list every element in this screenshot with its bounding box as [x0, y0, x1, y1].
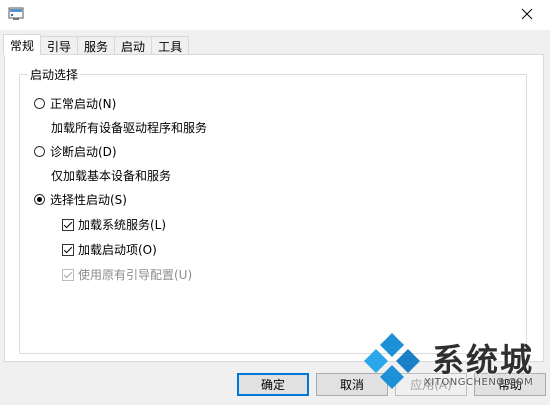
checkbox-box[interactable] [62, 243, 74, 256]
diagnostic-startup-description: 仅加载基本设备和服务 [51, 169, 172, 183]
checkbox-box-disabled [62, 268, 74, 281]
tab-strip: 常规 引导 服务 启动 工具 [3, 34, 190, 55]
close-button[interactable] [504, 0, 550, 30]
close-icon [521, 8, 533, 23]
dialog-body: 常规 引导 服务 启动 工具 启动选择 正常启动(N) 加载所有设备驱动程序和服… [0, 30, 550, 405]
tab-tools[interactable]: 工具 [151, 36, 190, 55]
load-startup-items-checkbox[interactable]: 加载启动项(O) [62, 241, 157, 258]
load-system-services-checkbox[interactable]: 加载系统服务(L) [62, 216, 166, 233]
apply-button: 应用(A) [395, 373, 467, 396]
help-button[interactable]: 帮助 [474, 373, 546, 396]
msconfig-app-icon [8, 7, 24, 21]
startup-selection-group: 启动选择 正常启动(N) 加载所有设备驱动程序和服务 诊断启动(D) 仅加载基本… [19, 66, 527, 354]
ok-button[interactable]: 确定 [237, 373, 309, 396]
tab-services[interactable]: 服务 [77, 36, 116, 55]
tab-startup[interactable]: 启动 [114, 36, 153, 55]
load-startup-items-label: 加载启动项(O) [78, 243, 157, 257]
radio-circle-selected[interactable] [34, 194, 45, 205]
checkbox-box[interactable] [62, 218, 74, 231]
tab-general[interactable]: 常规 [3, 34, 42, 55]
selective-startup-label: 选择性启动(S) [50, 193, 127, 207]
normal-startup-description: 加载所有设备驱动程序和服务 [51, 121, 208, 135]
tab-boot[interactable]: 引导 [40, 36, 79, 55]
radio-circle[interactable] [34, 98, 45, 109]
diagnostic-startup-radio[interactable]: 诊断启动(D) [34, 143, 117, 160]
diagnostic-startup-label: 诊断启动(D) [50, 145, 117, 159]
group-title: 启动选择 [28, 66, 81, 83]
normal-startup-radio[interactable]: 正常启动(N) [34, 95, 116, 112]
selective-startup-radio[interactable]: 选择性启动(S) [34, 191, 127, 208]
load-system-services-label: 加载系统服务(L) [78, 218, 167, 232]
normal-startup-label: 正常启动(N) [50, 97, 117, 111]
use-original-boot-config-label: 使用原有引导配置(U) [78, 268, 193, 282]
title-bar [0, 0, 550, 30]
general-tab-panel: 启动选择 正常启动(N) 加载所有设备驱动程序和服务 诊断启动(D) 仅加载基本… [4, 54, 544, 362]
cancel-button[interactable]: 取消 [316, 373, 388, 396]
use-original-boot-config-checkbox: 使用原有引导配置(U) [62, 266, 192, 283]
radio-circle[interactable] [34, 146, 45, 157]
